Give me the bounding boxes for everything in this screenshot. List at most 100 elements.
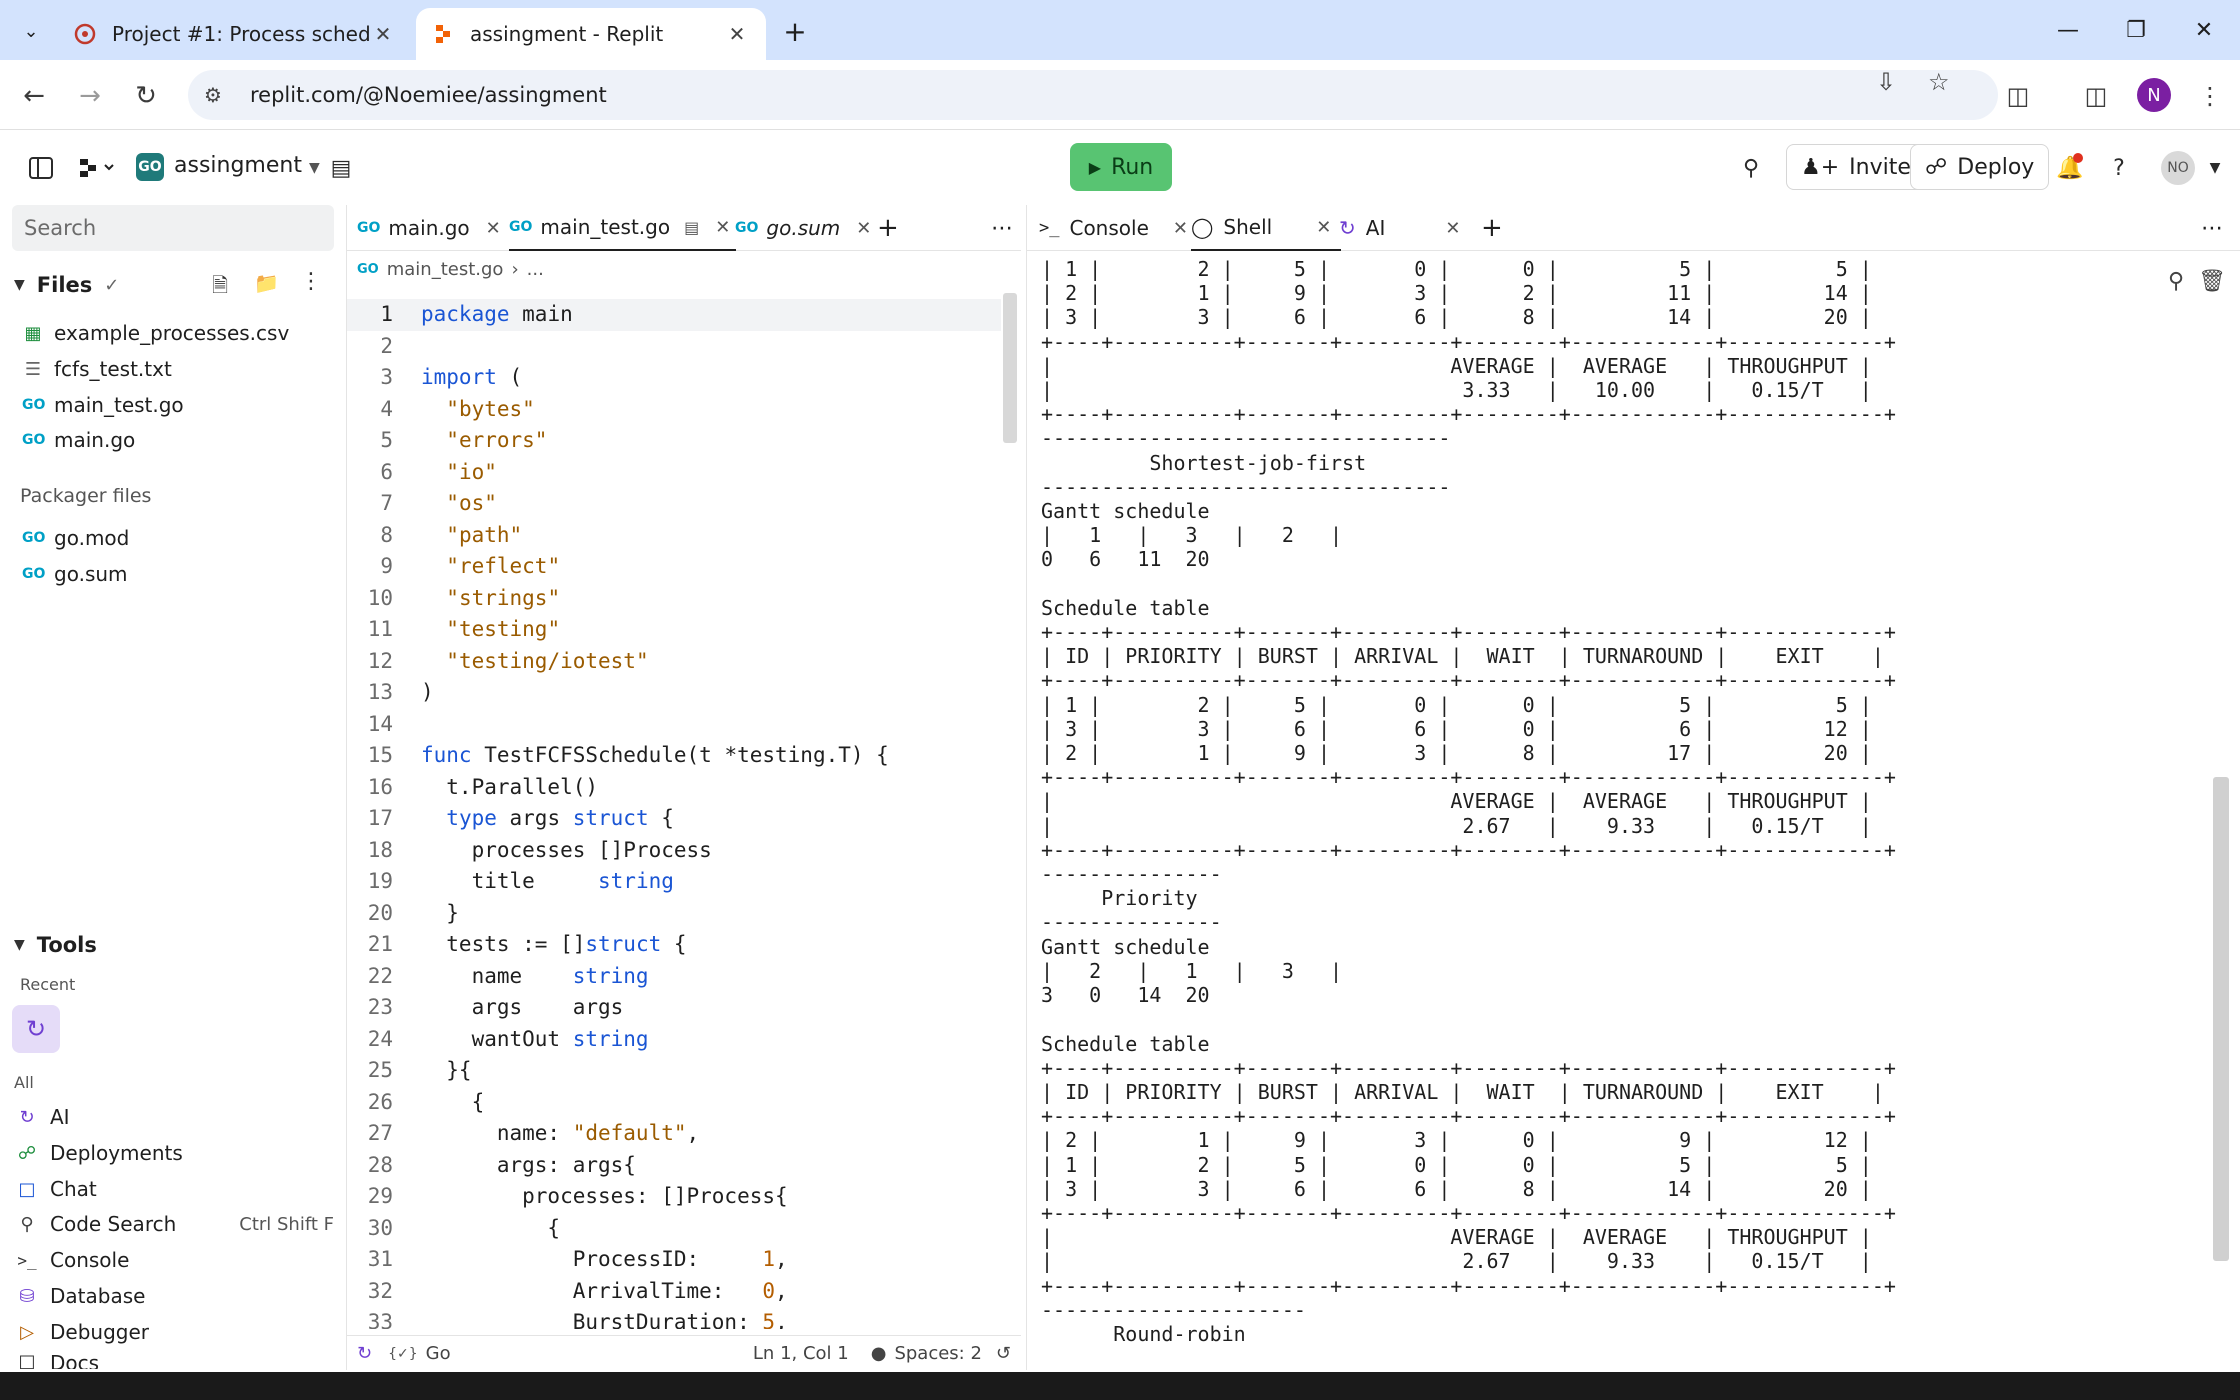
tab-main-test-go[interactable]: GO main_test.go ▤ ✕	[509, 205, 737, 251]
code-line[interactable]: 28 args: args{	[347, 1150, 1001, 1182]
code-line[interactable]: 15 func TestFCFSSchedule(t *testing.T) {	[347, 740, 1001, 772]
add-tab-plus-icon[interactable]: +	[1481, 205, 1503, 251]
profile-avatar[interactable]: N	[2137, 78, 2171, 112]
close-tab-icon[interactable]: ✕	[724, 21, 750, 47]
tool-chat[interactable]: □ Chat	[16, 1172, 334, 1206]
tab-shell[interactable]: ◯ Shell ✕	[1191, 205, 1342, 251]
pane-menu-icon[interactable]: ⋯	[2201, 205, 2223, 251]
code-line[interactable]: 2	[347, 331, 1001, 363]
extensions-puzzle-icon[interactable]: ◫	[2000, 78, 2036, 114]
site-settings-icon[interactable]: ⚙	[204, 83, 236, 107]
code-line[interactable]: 5 "errors"	[347, 425, 1001, 457]
code-line[interactable]: 29 processes: []Process{	[347, 1181, 1001, 1213]
chevron-down-icon[interactable]: ▼	[2198, 151, 2232, 185]
close-tab-icon[interactable]: ✕	[856, 218, 871, 239]
address-bar[interactable]: ⚙ replit.com/@Noemiee/assingment	[188, 70, 1998, 120]
code-line[interactable]: 1 package main	[347, 299, 1001, 331]
invite-button[interactable]: ♟+ Invite	[1786, 144, 1926, 190]
code-line[interactable]: 26 {	[347, 1087, 1001, 1119]
ai-status-icon[interactable]: ↻	[357, 1343, 372, 1364]
tab-ai[interactable]: ↻ AI ✕	[1339, 205, 1460, 251]
new-file-icon[interactable]: 🗎	[212, 271, 228, 305]
code-line[interactable]: 20 }	[347, 898, 1001, 930]
cursor-position[interactable]: Ln 1, Col 1	[753, 1343, 849, 1364]
code-line[interactable]: 8 "path"	[347, 520, 1001, 552]
restore-icon[interactable]: ❐	[2102, 0, 2170, 60]
history-icon[interactable]: ↺	[996, 1343, 1011, 1364]
file-item-main-test[interactable]: GO main_test.go	[22, 388, 322, 422]
breadcrumb-file[interactable]: main_test.go	[387, 259, 504, 280]
close-tab-icon[interactable]: ✕	[715, 217, 730, 238]
code-line[interactable]: 10 "strings"	[347, 583, 1001, 615]
code-line[interactable]: 22 name string	[347, 961, 1001, 993]
new-tab-plus-icon[interactable]: +	[776, 12, 814, 50]
add-tab-plus-icon[interactable]: +	[877, 205, 899, 251]
code-line[interactable]: 27 name: "default",	[347, 1118, 1001, 1150]
tool-console[interactable]: >_ Console	[16, 1243, 334, 1277]
browser-tab-replit[interactable]: assingment - Replit ✕	[416, 8, 766, 60]
tab-search-chevron-icon[interactable]: ⌄	[14, 14, 48, 48]
code-line[interactable]: 21 tests := []struct {	[347, 929, 1001, 961]
side-panel-icon[interactable]: ◫	[2078, 78, 2114, 114]
browser-tab-project[interactable]: Project #1: Process scheduling ✕	[58, 8, 412, 60]
recent-ai-icon[interactable]: ↻	[12, 1005, 60, 1053]
close-window-icon[interactable]: ✕	[2170, 0, 2238, 60]
new-folder-icon[interactable]: 📁	[254, 271, 279, 295]
close-tab-icon[interactable]: ✕	[370, 21, 396, 47]
trash-icon[interactable]: 🗑	[2198, 269, 2226, 294]
code-line[interactable]: 14	[347, 709, 1001, 741]
tool-database[interactable]: ⛁ Database	[16, 1279, 334, 1313]
code-line[interactable]: 18 processes []Process	[347, 835, 1001, 867]
editor-scrollbar[interactable]	[1003, 293, 1017, 443]
deploy-button[interactable]: ☍ Deploy	[1910, 144, 2050, 190]
code-line[interactable]: 13)	[347, 677, 1001, 709]
tool-docs[interactable]: □ Docs	[16, 1351, 334, 1369]
tool-ai[interactable]: ↻ AI	[16, 1100, 334, 1134]
code-line[interactable]: 9 "reflect"	[347, 551, 1001, 583]
bookmark-star-icon[interactable]: ☆	[1928, 68, 1950, 96]
help-icon[interactable]: ?	[2102, 151, 2136, 185]
code-line[interactable]: 19 title string	[347, 866, 1001, 898]
code-line[interactable]: 4 "bytes"	[347, 394, 1001, 426]
code-line[interactable]: 31 ProcessID: 1,	[347, 1244, 1001, 1276]
file-item-go-sum[interactable]: GO go.sum	[22, 557, 322, 591]
file-item-fcfs-test[interactable]: ☰ fcfs_test.txt	[22, 352, 322, 386]
browser-menu-icon[interactable]: ⋮	[2192, 78, 2228, 114]
command-bar-icon[interactable]: ▤	[324, 151, 358, 185]
tool-deployments[interactable]: ☍ Deployments	[16, 1136, 334, 1170]
code-line[interactable]: 25 }{	[347, 1055, 1001, 1087]
file-item-go-mod[interactable]: GO go.mod	[22, 521, 322, 555]
file-item-main[interactable]: GO main.go	[22, 423, 322, 457]
back-arrow-icon[interactable]: ←	[14, 76, 54, 116]
close-tab-icon[interactable]: ✕	[486, 218, 501, 239]
tool-debugger[interactable]: ▷ Debugger	[16, 1315, 334, 1349]
preview-icon[interactable]: ▤	[684, 218, 699, 237]
close-tab-icon[interactable]: ✕	[1445, 218, 1460, 239]
language-label[interactable]: Go	[426, 1343, 451, 1364]
search-icon[interactable]: ⚲	[2168, 269, 2184, 294]
tools-section-header[interactable]: ▼ Tools	[14, 933, 97, 957]
code-line[interactable]: 7 "os"	[347, 488, 1001, 520]
editor-menu-icon[interactable]: ⋯	[991, 205, 1013, 251]
run-button[interactable]: ▶ Run	[1070, 143, 1172, 191]
search-icon[interactable]: ⚲	[1734, 151, 1768, 185]
code-line[interactable]: 33 BurstDuration: 5,	[347, 1307, 1001, 1329]
tool-code-search[interactable]: ⚲ Code Search Ctrl Shift F	[16, 1207, 334, 1241]
files-section-header[interactable]: ▼ Files ✓	[14, 273, 119, 297]
tab-console[interactable]: >_ Console ✕	[1039, 205, 1188, 251]
reload-icon[interactable]: ↻	[126, 76, 166, 116]
code-line[interactable]: 24 wantOut string	[347, 1024, 1001, 1056]
replit-menu-icon[interactable]	[76, 151, 120, 185]
breadcrumb-more[interactable]: ...	[527, 259, 544, 280]
code-lines[interactable]: 1 package main 2 3 import (4 "bytes" 5 "error…	[347, 299, 1001, 1329]
install-app-icon[interactable]: ⇩	[1876, 68, 1896, 96]
code-line[interactable]: 12 "testing/iotest"	[347, 646, 1001, 678]
shell-output[interactable]: | 1 | 2 | 5 | 0 | 0 | 5 | 5 | | 2 | 1 | …	[1041, 257, 2161, 1357]
search-input[interactable]	[12, 205, 334, 251]
sidebar-toggle-icon[interactable]	[24, 151, 58, 185]
close-tab-icon[interactable]: ✕	[1316, 217, 1331, 238]
code-line[interactable]: 30 {	[347, 1213, 1001, 1245]
tab-go-sum[interactable]: GO go.sum ✕	[735, 205, 871, 251]
user-avatar[interactable]: NO	[2161, 151, 2195, 185]
minimize-icon[interactable]: —	[2034, 0, 2102, 60]
